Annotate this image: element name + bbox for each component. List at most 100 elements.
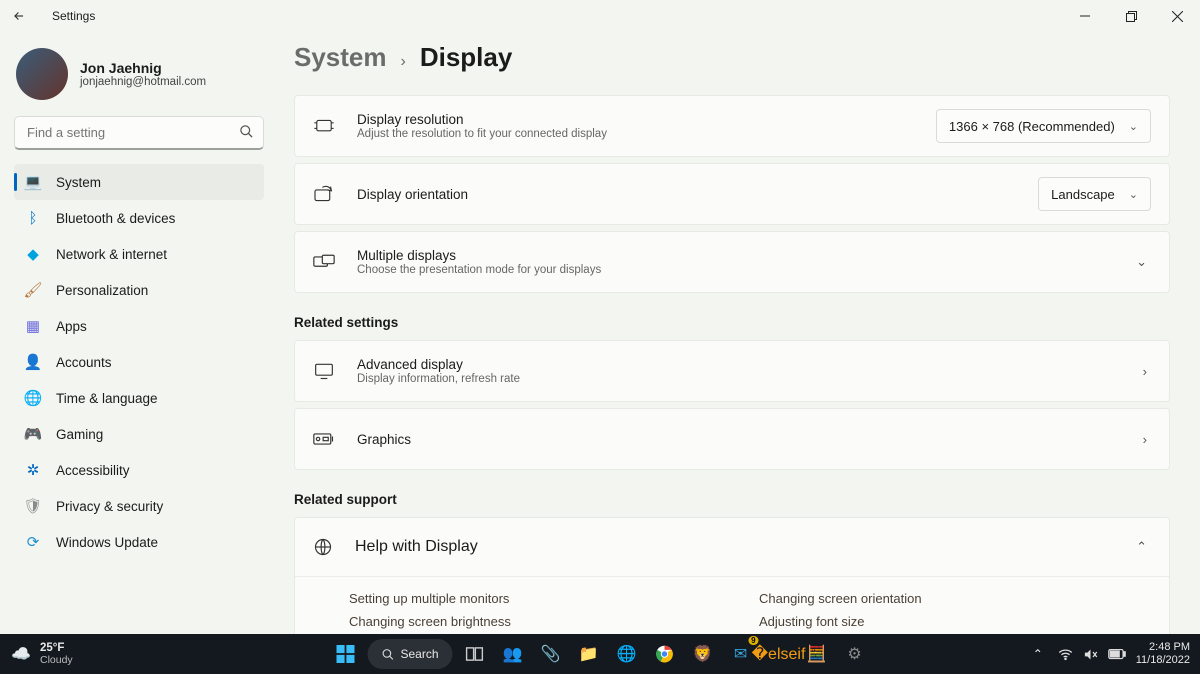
minimize-button[interactable]: [1062, 0, 1108, 32]
breadcrumb-parent[interactable]: System: [294, 42, 387, 73]
window-controls: [1062, 0, 1200, 32]
sidebar-item-personalization[interactable]: 🖌Personalization: [14, 272, 264, 308]
weather-icon: ☁️: [10, 643, 32, 665]
display-orientation-icon: [313, 183, 335, 205]
mail-icon[interactable]: ✉9: [725, 638, 757, 670]
system-tray: ⌃ 2:48 PM 11/18/2022: [1028, 638, 1200, 670]
nav-icon: 🖌: [24, 281, 42, 299]
nav-list: 💻System ᛒ Bluetooth & devices ◆Network & in…: [14, 164, 264, 560]
card-desc: Display information, refresh rate: [357, 373, 1139, 385]
search-icon: [239, 124, 254, 139]
help-links: Setting up multiple monitors Changing sc…: [295, 576, 1169, 634]
taskbar: ☁️ 25°F Cloudy Search 👥 📎 📁 🌐 🦁 ✉9 �else…: [0, 634, 1200, 674]
section-related-settings: Related settings: [294, 315, 1170, 330]
clock-time: 2:48 PM: [1136, 641, 1190, 654]
chevron-right-icon: ›: [1139, 432, 1151, 447]
clock-date: 11/18/2022: [1136, 654, 1190, 667]
card-help-display: Help with Display ⌃ Setting up multiple …: [294, 517, 1170, 634]
taskbar-search[interactable]: Search: [367, 639, 452, 669]
profile-block[interactable]: Jon Jaehnig jonjaehnig@hotmail.com: [14, 44, 264, 114]
sidebar-item-apps[interactable]: ▦Apps: [14, 308, 264, 344]
weather-desc: Cloudy: [40, 654, 73, 666]
teams-icon[interactable]: 👥: [497, 638, 529, 670]
titlebar: Settings: [0, 0, 1200, 32]
card-title: Help with Display: [355, 538, 478, 556]
calculator-icon[interactable]: 🧮: [801, 638, 833, 670]
sidebar-item-privacy-security[interactable]: 🛡Privacy & security: [14, 488, 264, 524]
sidebar-item-label: Privacy & security: [56, 499, 163, 514]
back-button[interactable]: [12, 9, 40, 23]
avatar: [16, 48, 68, 100]
orientation-dropdown[interactable]: Landscape ⌄: [1038, 177, 1151, 211]
display-resolution-icon: [313, 115, 335, 137]
sidebar-item-network-internet[interactable]: ◆Network & internet: [14, 236, 264, 272]
taskbar-search-label: Search: [400, 647, 438, 661]
sidebar-item-label: Accessibility: [56, 463, 130, 478]
sidebar-item-label: Bluetooth & devices: [56, 211, 175, 226]
sidebar-item-accounts[interactable]: 👤 Accounts: [14, 344, 264, 380]
search-input[interactable]: [14, 116, 264, 150]
sidebar-item-system[interactable]: 💻System: [14, 164, 264, 200]
profile-email: jonjaehnig@hotmail.com: [80, 76, 206, 88]
taskbar-clock[interactable]: 2:48 PM 11/18/2022: [1136, 641, 1190, 666]
sidebar-item-windows-update[interactable]: ⟳Windows Update: [14, 524, 264, 560]
nav-icon: ▦: [24, 317, 42, 335]
card-graphics[interactable]: Graphics ›: [294, 408, 1170, 470]
sidebar-item-label: System: [56, 175, 101, 190]
chevron-up-icon: ⌃: [1132, 539, 1151, 555]
help-link[interactable]: Setting up multiple monitors: [349, 591, 759, 606]
start-button[interactable]: [329, 638, 361, 670]
mail-badge: 9: [748, 636, 758, 645]
battery-icon[interactable]: [1108, 648, 1126, 660]
edge-icon[interactable]: 🌐: [611, 638, 643, 670]
settings-icon[interactable]: ⚙: [839, 638, 871, 670]
nav-icon: ᛒ: [24, 209, 42, 227]
sidebar-item-bluetooth-devices[interactable]: ᛒ Bluetooth & devices: [14, 200, 264, 236]
search-field-wrap: [14, 116, 264, 150]
chevron-right-icon: ›: [1139, 364, 1151, 379]
help-link[interactable]: Changing screen brightness: [349, 614, 759, 629]
volume-icon[interactable]: [1083, 647, 1098, 662]
card-desc: Adjust the resolution to fit your connec…: [357, 128, 936, 140]
sidebar-item-gaming[interactable]: 🎮Gaming: [14, 416, 264, 452]
office-icon[interactable]: 📎: [535, 638, 567, 670]
sidebar-item-label: Accounts: [56, 355, 112, 370]
sidebar-item-accessibility[interactable]: ✲Accessibility: [14, 452, 264, 488]
multiple-displays-icon: [313, 251, 335, 273]
help-link[interactable]: Changing screen orientation: [759, 591, 1169, 606]
window-title: Settings: [52, 9, 95, 23]
help-link[interactable]: Adjusting font size: [759, 614, 1169, 629]
brave-icon[interactable]: 🦁: [687, 638, 719, 670]
profile-name: Jon Jaehnig: [80, 60, 206, 76]
file-explorer-icon[interactable]: 📁: [573, 638, 605, 670]
help-header[interactable]: Help with Display ⌃: [295, 518, 1169, 576]
nav-icon: 👤: [24, 353, 42, 371]
card-title: Display resolution: [357, 112, 936, 127]
card-display-orientation: Display orientation Landscape ⌄: [294, 163, 1170, 225]
monitor-icon: [313, 360, 335, 382]
app-icon[interactable]: �elseif: [763, 638, 795, 670]
maximize-button[interactable]: [1108, 0, 1154, 32]
close-button[interactable]: [1154, 0, 1200, 32]
sidebar-item-time-language[interactable]: 🌐 Time & language: [14, 380, 264, 416]
chevron-down-icon: ⌄: [1132, 254, 1151, 270]
sidebar-item-label: Network & internet: [56, 247, 167, 262]
chevron-down-icon: ⌄: [1129, 188, 1138, 201]
nav-icon: 🌐: [24, 389, 42, 407]
nav-icon: ⟳: [24, 533, 42, 551]
taskbar-weather[interactable]: ☁️ 25°F Cloudy: [0, 642, 73, 666]
graphics-icon: [313, 428, 335, 450]
sidebar-item-label: Gaming: [56, 427, 103, 442]
wifi-icon[interactable]: [1058, 647, 1073, 662]
card-advanced-display[interactable]: Advanced display Display information, re…: [294, 340, 1170, 402]
card-multiple-displays[interactable]: Multiple displays Choose the presentatio…: [294, 231, 1170, 293]
taskbar-center: Search 👥 📎 📁 🌐 🦁 ✉9 �elseif 🧮 ⚙: [329, 638, 870, 670]
card-desc: Choose the presentation mode for your di…: [357, 264, 1132, 276]
weather-temp: 25°F: [40, 642, 73, 654]
tray-overflow-icon[interactable]: ⌃: [1028, 638, 1048, 670]
resolution-dropdown[interactable]: 1366 × 768 (Recommended) ⌄: [936, 109, 1151, 143]
chrome-icon[interactable]: [649, 638, 681, 670]
sidebar-item-label: Time & language: [56, 391, 158, 406]
chevron-down-icon: ⌄: [1129, 120, 1138, 133]
task-view-button[interactable]: [459, 638, 491, 670]
